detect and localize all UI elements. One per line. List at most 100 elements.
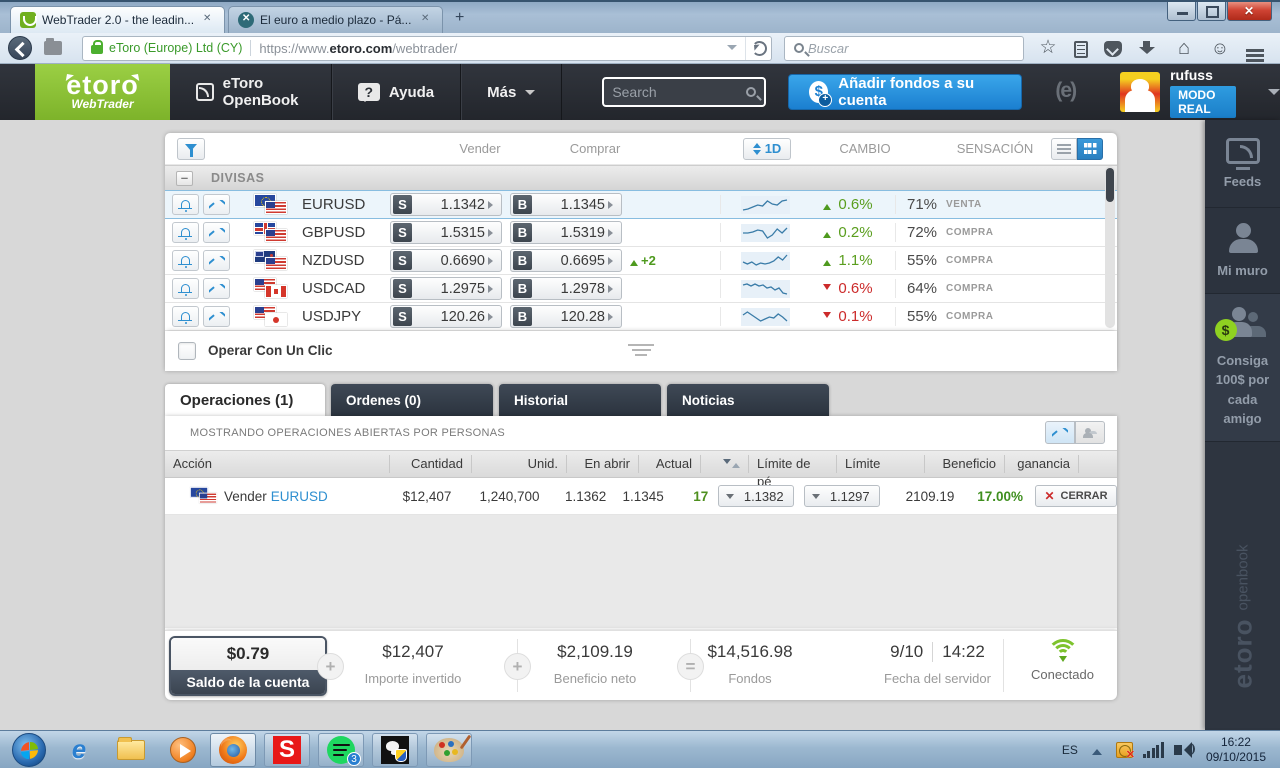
- collapse-group-button[interactable]: –: [176, 170, 193, 186]
- sidebar-item-invite-friend[interactable]: $ Consiga 100$ por cada amigo: [1205, 294, 1280, 442]
- speaker-icon[interactable]: [1173, 741, 1195, 758]
- quote-row-nzdusd[interactable]: NZDUSD S 0.6690 B 0.6695 +2 1.1% 55% COMPRA: [165, 247, 1117, 275]
- close-button[interactable]: [1227, 2, 1272, 21]
- pair-name[interactable]: USDCAD: [302, 280, 390, 297]
- chevron-down-icon[interactable]: [1268, 89, 1280, 101]
- reading-list-icon[interactable]: [1074, 40, 1088, 58]
- open-chart-button[interactable]: [203, 194, 230, 215]
- browser-tab-webtrader[interactable]: WebTrader 2.0 - the leadin...: [10, 6, 225, 33]
- col-ganancia[interactable]: ganancia: [1005, 455, 1079, 473]
- reload-icon[interactable]: [745, 36, 771, 60]
- browser-search[interactable]: Buscar: [784, 35, 1024, 61]
- s-app-taskbar-button[interactable]: S: [264, 732, 310, 767]
- buy-button[interactable]: B 120.28: [510, 305, 622, 328]
- chart-view-button[interactable]: [1045, 421, 1075, 444]
- restore-button[interactable]: [1197, 2, 1226, 21]
- tab-operaciones[interactable]: Operaciones (1): [165, 384, 325, 416]
- tab-noticias[interactable]: Noticias: [667, 384, 829, 416]
- close-trade-button[interactable]: ✕ CERRAR: [1035, 485, 1118, 507]
- bookmark-star-icon[interactable]: [1038, 38, 1058, 58]
- nav-openbook[interactable]: eToro OpenBook: [170, 64, 332, 120]
- internet-explorer-button[interactable]: e: [60, 734, 98, 766]
- col-beneficio[interactable]: Beneficio: [925, 455, 1005, 473]
- balance-box[interactable]: $0.79 Saldo de la cuenta: [169, 636, 327, 696]
- people-view-button[interactable]: [1075, 421, 1105, 444]
- scrollbar[interactable]: [1105, 166, 1115, 328]
- sell-button[interactable]: S 1.5315: [390, 221, 502, 244]
- pair-name[interactable]: USDJPY: [302, 308, 390, 325]
- stop-loss-dropdown[interactable]: 1.1382: [718, 485, 795, 507]
- minimize-button[interactable]: [1167, 2, 1196, 21]
- hidden-icons-arrow[interactable]: [1091, 744, 1102, 755]
- open-chart-button[interactable]: [203, 250, 230, 271]
- resize-grip-icon[interactable]: [628, 341, 654, 359]
- explorer-button[interactable]: [112, 734, 150, 766]
- taskbar-clock[interactable]: 16:22 09/10/2015: [1206, 735, 1266, 765]
- alert-bell-button[interactable]: [172, 250, 199, 271]
- firefox-taskbar-button[interactable]: [210, 732, 256, 767]
- language-indicator[interactable]: ES: [1062, 743, 1078, 757]
- home-icon[interactable]: [1174, 38, 1194, 58]
- platform-search-input[interactable]: Search: [602, 77, 767, 107]
- tab-close-icon[interactable]: [419, 13, 433, 27]
- antivirus-taskbar-button[interactable]: [372, 732, 418, 767]
- buy-button[interactable]: B 0.6695: [510, 249, 622, 272]
- tab-ordenes[interactable]: Ordenes (0): [331, 384, 493, 416]
- col-cantidad[interactable]: Cantidad: [390, 455, 472, 473]
- col-actual[interactable]: Actual: [639, 455, 701, 473]
- list-view-button[interactable]: [1051, 137, 1077, 160]
- scrollbar-thumb[interactable]: [1106, 168, 1114, 202]
- new-tab-button[interactable]: [448, 9, 474, 30]
- paint-taskbar-button[interactable]: [426, 732, 472, 767]
- sell-button[interactable]: S 0.6690: [390, 249, 502, 272]
- alert-bell-button[interactable]: [172, 306, 199, 327]
- nav-ayuda[interactable]: ? Ayuda: [332, 64, 462, 120]
- browser-tab-news[interactable]: El euro a medio plazo - Pá...: [228, 6, 443, 33]
- sidebar-item-mi-muro[interactable]: Mi muro: [1205, 208, 1280, 294]
- period-selector[interactable]: 1D: [743, 137, 791, 160]
- url-bar[interactable]: eToro (Europe) Ltd (CY) https://www.etor…: [82, 35, 772, 61]
- quote-row-usdcad[interactable]: USDCAD S 1.2975 B 1.2978 0.6% 64% COMPRA: [165, 275, 1117, 303]
- col-pips[interactable]: [701, 455, 749, 473]
- take-profit-dropdown[interactable]: 1.1297: [804, 485, 881, 507]
- one-click-checkbox[interactable]: [178, 341, 196, 360]
- etoro-bull-icon[interactable]: [1050, 79, 1080, 105]
- sell-button[interactable]: S 1.1342: [390, 193, 502, 216]
- sell-button[interactable]: S 120.26: [390, 305, 502, 328]
- quote-row-gbpusd[interactable]: GBPUSD S 1.5315 B 1.5319 0.2% 72% COMPRA: [165, 219, 1117, 247]
- downloads-icon[interactable]: [1138, 38, 1158, 58]
- col-accion[interactable]: Acción: [165, 455, 390, 473]
- open-chart-button[interactable]: [203, 306, 230, 327]
- recent-pages-icon[interactable]: [44, 38, 62, 55]
- url-dropdown-icon[interactable]: [727, 45, 737, 55]
- user-menu[interactable]: rufuss MODO REAL: [1120, 67, 1280, 118]
- buy-button[interactable]: B 1.5319: [510, 221, 622, 244]
- grid-view-button[interactable]: [1077, 137, 1103, 160]
- hello-icon[interactable]: [1210, 38, 1230, 58]
- open-chart-button[interactable]: [203, 222, 230, 243]
- filter-button[interactable]: [177, 137, 205, 160]
- col-limite[interactable]: Límite: [837, 455, 925, 473]
- tab-historial[interactable]: Historial: [499, 384, 661, 416]
- pair-name[interactable]: NZDUSD: [302, 252, 390, 269]
- col-unid[interactable]: Unid.: [472, 455, 567, 473]
- signal-bars-icon[interactable]: [1142, 741, 1164, 758]
- etoro-logo[interactable]: etoro WebTrader: [35, 64, 170, 120]
- open-chart-button[interactable]: [203, 278, 230, 299]
- add-funds-button[interactable]: $ Añadir fondos a su cuenta: [788, 74, 1023, 110]
- media-player-button[interactable]: [164, 734, 202, 766]
- pair-name[interactable]: EURUSD: [302, 196, 390, 213]
- back-button[interactable]: [8, 36, 32, 60]
- col-limite-perdidas[interactable]: Límite de pé: [749, 455, 837, 489]
- col-en-abrir[interactable]: En abrir: [567, 455, 639, 473]
- nav-mas[interactable]: Más: [461, 64, 563, 120]
- buy-button[interactable]: B 1.1345: [510, 193, 622, 216]
- quote-row-eurusd[interactable]: EURUSD S 1.1342 B 1.1345 0.6% 71% VENTA: [165, 190, 1117, 219]
- start-button[interactable]: [12, 732, 46, 767]
- tab-close-icon[interactable]: [201, 13, 215, 27]
- quote-row-usdjpy[interactable]: USDJPY S 120.26 B 120.28 0.1% 55% COMPRA: [165, 303, 1117, 331]
- pair-name[interactable]: GBPUSD: [302, 224, 390, 241]
- alert-bell-button[interactable]: [172, 222, 199, 243]
- sell-button[interactable]: S 1.2975: [390, 277, 502, 300]
- spotify-taskbar-button[interactable]: 3: [318, 732, 364, 767]
